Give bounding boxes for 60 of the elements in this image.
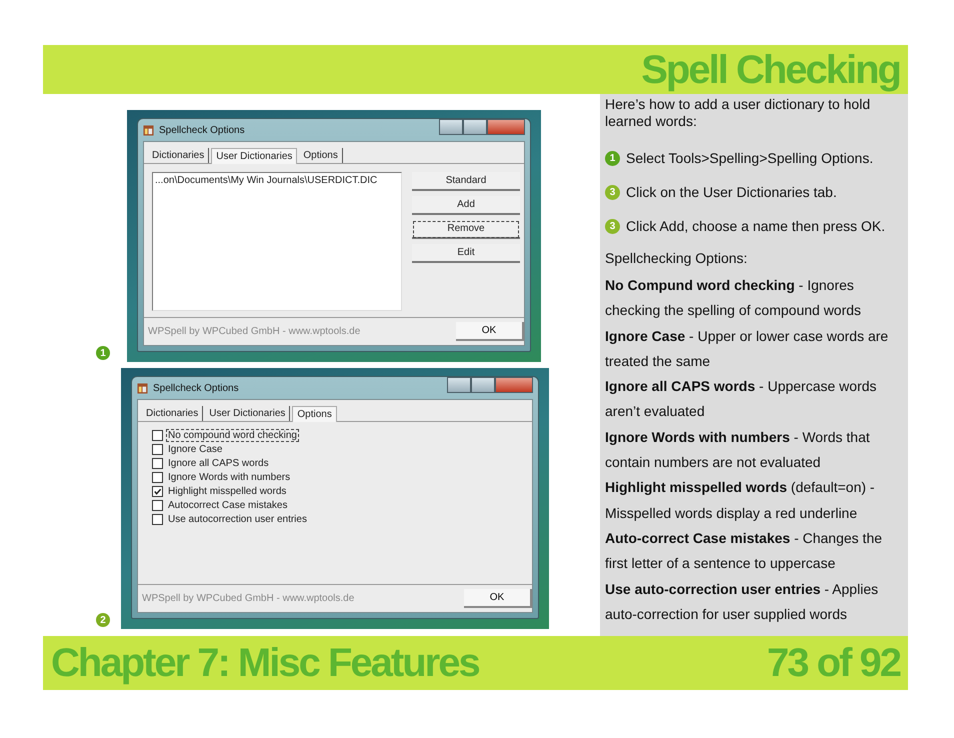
checkbox-label[interactable]: Ignore all CAPS words (167, 458, 270, 469)
step-badge: 1 (605, 150, 620, 166)
dialog-button[interactable]: Standard (412, 172, 520, 191)
step-badge: 3 (605, 184, 620, 200)
checkbox-label[interactable]: Ignore Case (167, 444, 224, 455)
chapter-title: Chapter 7: Misc Features (51, 640, 479, 686)
dialog-button[interactable]: Add (412, 196, 520, 215)
page-title: Spell Checking (641, 46, 900, 92)
checkbox[interactable] (152, 458, 163, 469)
tab[interactable]: User Dictionaries (205, 406, 290, 421)
step-text: Select Tools>Spelling>Spelling Options. (626, 150, 874, 166)
ok-button[interactable]: OK (456, 322, 524, 341)
dialog-button[interactable]: Edit (412, 244, 520, 263)
checkbox[interactable] (152, 500, 163, 511)
option-description: Use auto-correction user entries - Applies auto-correction for user supplied words (605, 580, 880, 624)
page-number: 73 of 92 (767, 640, 900, 686)
step-text: Click on the User Dictionaries tab. (626, 184, 837, 200)
option-description: Ignore Case - Upper or lower case words are treated the same (605, 326, 890, 371)
checkbox-label[interactable]: Highlight misspelled words (167, 486, 288, 497)
tab[interactable]: Options (299, 148, 343, 163)
option-description: Ignore Words with numbers - Words that contain numbers are not evaluated (605, 428, 871, 472)
step-marker: 2 (96, 613, 110, 627)
dialog-button[interactable]: Remove (412, 220, 520, 239)
app-icon (137, 382, 148, 394)
minimize-button[interactable] (439, 119, 463, 135)
intro-text: Here’s how to add a user dictionary to hold learned words: (605, 96, 872, 130)
tab[interactable]: Options (292, 406, 337, 422)
step-text: Click Add, choose a name then press OK. (626, 218, 886, 234)
checkbox-label[interactable]: No compound word checking (167, 430, 298, 441)
credit-text: WPSpell by WPCubed GmbH - www.wptools.de (148, 326, 360, 337)
dictionary-list[interactable]: ...on\Documents\My Win Journals\USERDICT.DIC (152, 172, 402, 311)
checkbox[interactable] (152, 430, 163, 441)
section-heading: Spellchecking Options: (605, 249, 748, 268)
window-title: Spellcheck Options (159, 124, 246, 136)
tab[interactable]: Dictionaries (142, 406, 204, 421)
minimize-button[interactable] (447, 377, 471, 393)
checkbox-label[interactable]: Use autocorrection user entries (167, 514, 308, 525)
option-description: Highlight misspelled words (default=on) - Misspelled words display a red underline (605, 478, 876, 523)
option-description: Auto-correct Case mistakes - Changes the first letter of a sentence to uppercase (605, 528, 884, 574)
tab[interactable]: User Dictionaries (211, 148, 298, 164)
checkbox[interactable] (152, 472, 163, 483)
option-description: No Compund word checking - Ignores checking the spelling of compound words (605, 276, 862, 320)
app-icon (143, 124, 154, 136)
step-badge: 3 (605, 218, 620, 234)
close-button[interactable] (495, 377, 533, 393)
maximize-button[interactable] (463, 119, 487, 135)
checkbox-label[interactable]: Autocorrect Case mistakes (167, 500, 288, 511)
ok-button[interactable]: OK (464, 589, 532, 608)
close-button[interactable] (487, 119, 525, 135)
option-description: Ignore all CAPS words - Uppercase words aren’t evaluated (605, 377, 878, 422)
credit-text: WPSpell by WPCubed GmbH - www.wptools.de (142, 593, 354, 604)
window-title: Spellcheck Options (153, 382, 240, 394)
maximize-button[interactable] (471, 377, 495, 393)
tab[interactable]: Dictionaries (148, 148, 210, 163)
step-marker: 1 (96, 346, 110, 360)
list-item[interactable]: ...on\Documents\My Win Journals\USERDICT.DIC (155, 175, 399, 186)
checkbox[interactable] (152, 444, 163, 455)
checkbox[interactable] (152, 514, 163, 525)
checkbox[interactable] (152, 486, 163, 497)
checkbox-label[interactable]: Ignore Words with numbers (167, 472, 292, 483)
